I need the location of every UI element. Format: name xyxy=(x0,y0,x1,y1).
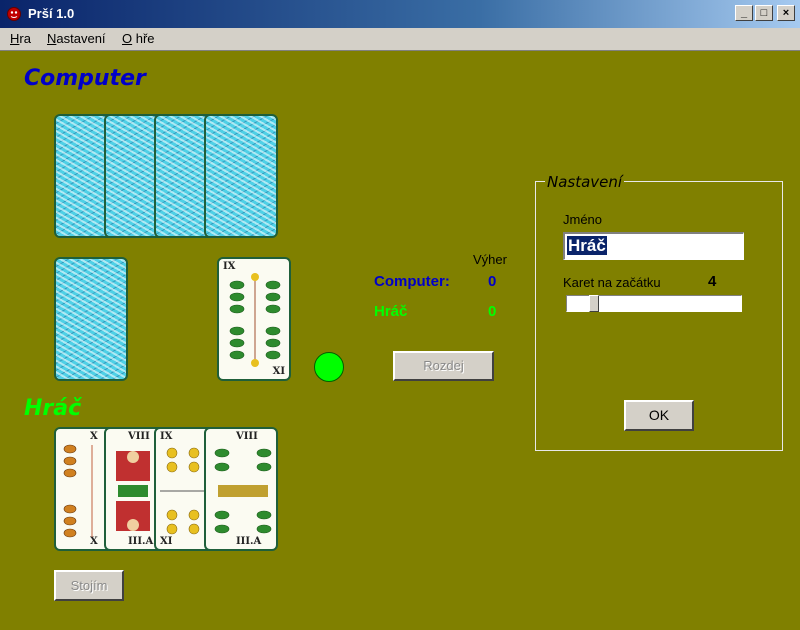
computer-heading: Computer xyxy=(24,66,146,91)
draw-pile[interactable] xyxy=(54,257,128,381)
close-button[interactable]: × xyxy=(777,5,795,21)
turn-indicator xyxy=(314,352,344,382)
card-rank-top: VIII xyxy=(128,431,150,442)
name-label: Jméno xyxy=(563,212,603,227)
name-field[interactable]: Hráč xyxy=(563,232,744,260)
card-leaves-art xyxy=(229,273,281,367)
maximize-button[interactable]: □ xyxy=(755,5,773,21)
stand-button[interactable]: Stojím xyxy=(54,570,124,601)
title-bar[interactable]: Prší 1.0 _ □ × xyxy=(0,0,800,28)
slider-thumb[interactable] xyxy=(589,295,599,312)
computer-score-label: Computer: xyxy=(374,273,450,290)
minimize-button[interactable]: _ xyxy=(735,5,753,21)
cards-count-value: 4 xyxy=(708,273,717,290)
card-rank-top: IX xyxy=(160,431,173,442)
player-score-value: 0 xyxy=(488,303,497,320)
player-heading: Hráč xyxy=(24,396,82,421)
settings-group-title: Nastavení xyxy=(545,173,625,191)
name-field-value: Hráč xyxy=(567,236,607,255)
menu-o-hre[interactable]: O hře xyxy=(122,31,155,46)
menu-hra[interactable]: Hra xyxy=(10,31,31,46)
game-window: Prší 1.0 _ □ × Hra Nastavení O hře Compu… xyxy=(0,0,800,630)
deal-button[interactable]: Rozdej xyxy=(393,351,494,381)
card-bells-art xyxy=(160,447,208,535)
card-figure-art xyxy=(116,451,150,531)
cards-count-label: Karet na začátku xyxy=(563,275,661,290)
wins-header: Výher xyxy=(473,252,507,267)
computer-score-value: 0 xyxy=(488,273,497,290)
card-leaves-art xyxy=(214,448,272,534)
menu-nastaveni[interactable]: Nastavení xyxy=(47,31,106,46)
discard-pile-card: IX XI xyxy=(217,257,291,381)
cards-count-slider[interactable] xyxy=(566,295,742,312)
ok-button[interactable]: OK xyxy=(624,400,694,431)
player-score-label: Hráč xyxy=(374,303,408,320)
player-card[interactable]: VIII III.A xyxy=(204,427,278,551)
menu-bar: Hra Nastavení O hře xyxy=(0,28,800,51)
computer-card xyxy=(204,114,278,238)
card-acorns-art xyxy=(63,444,93,538)
app-icon xyxy=(7,7,21,21)
window-title: Prší 1.0 xyxy=(28,6,75,21)
